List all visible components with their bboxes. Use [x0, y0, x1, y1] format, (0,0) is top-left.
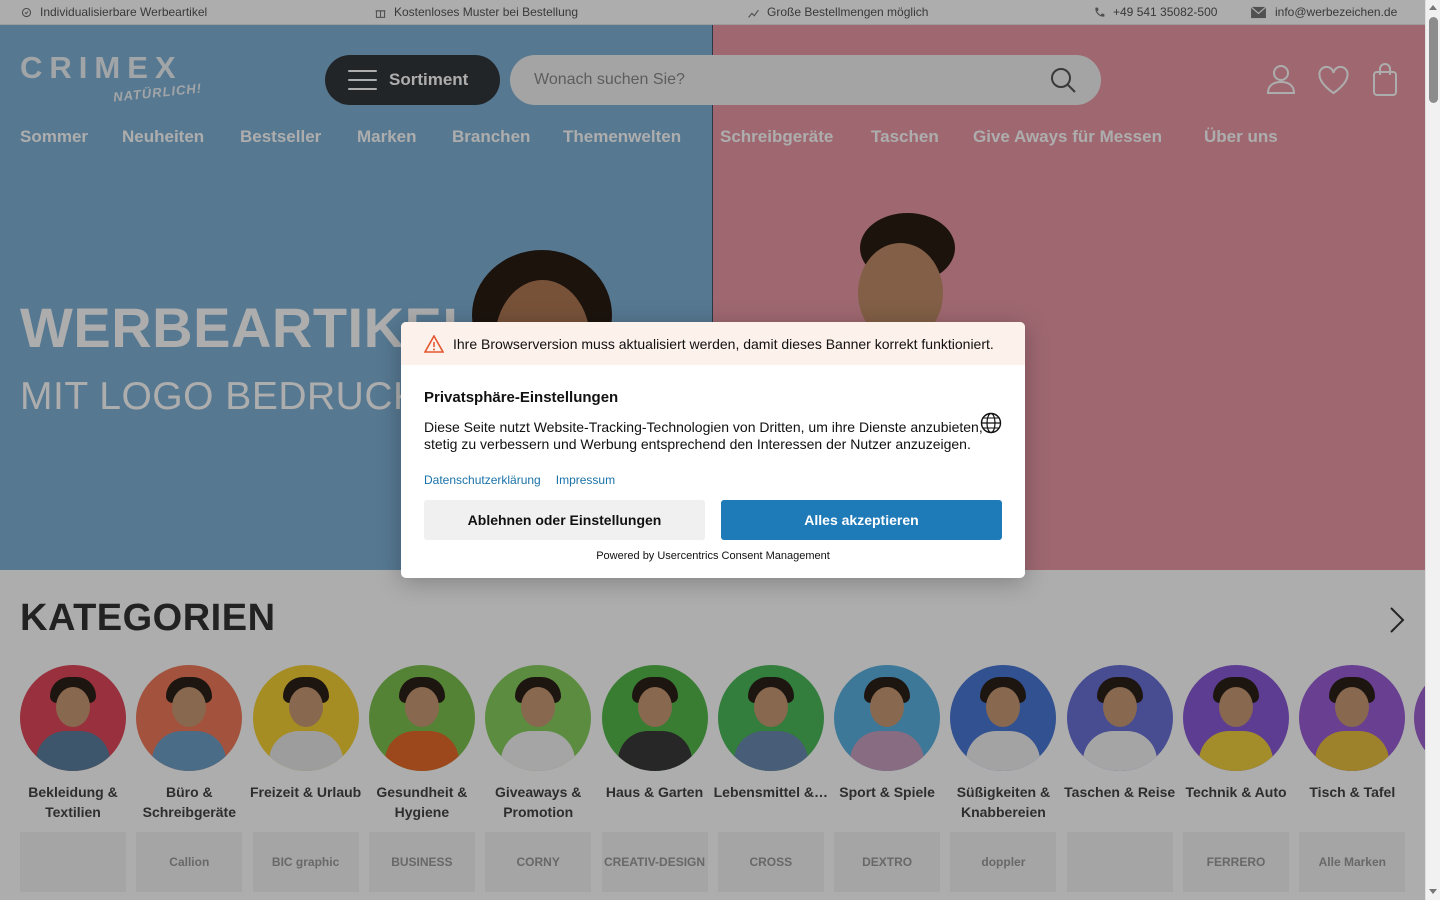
powered-by-text: Powered by Usercentrics Consent Manageme… [596, 550, 830, 562]
consent-title: Privatsphäre-Einstellungen [424, 389, 619, 406]
browser-warning-banner: Ihre Browserversion muss aktualisiert we… [401, 322, 1025, 365]
page-scrollbar[interactable] [1425, 0, 1440, 900]
deny-settings-button[interactable]: Ablehnen oder Einstellungen [424, 500, 705, 540]
accept-all-button[interactable]: Alles akzeptieren [721, 500, 1002, 540]
warning-text: Ihre Browserversion muss aktualisiert we… [453, 335, 994, 352]
consent-dialog: Ihre Browserversion muss aktualisiert we… [401, 322, 1025, 578]
consent-text: Diese Seite nutzt Website-Tracking-Techn… [424, 419, 983, 452]
scroll-up-arrow-icon[interactable] [1429, 5, 1437, 10]
language-globe-icon[interactable] [980, 412, 1002, 434]
scrollbar-thumb[interactable] [1429, 17, 1438, 103]
imprint-link[interactable]: Impressum [556, 473, 615, 487]
warning-icon [424, 334, 444, 353]
scroll-down-arrow-icon[interactable] [1429, 889, 1437, 894]
privacy-policy-link[interactable]: Datenschutzerklärung [424, 473, 541, 487]
